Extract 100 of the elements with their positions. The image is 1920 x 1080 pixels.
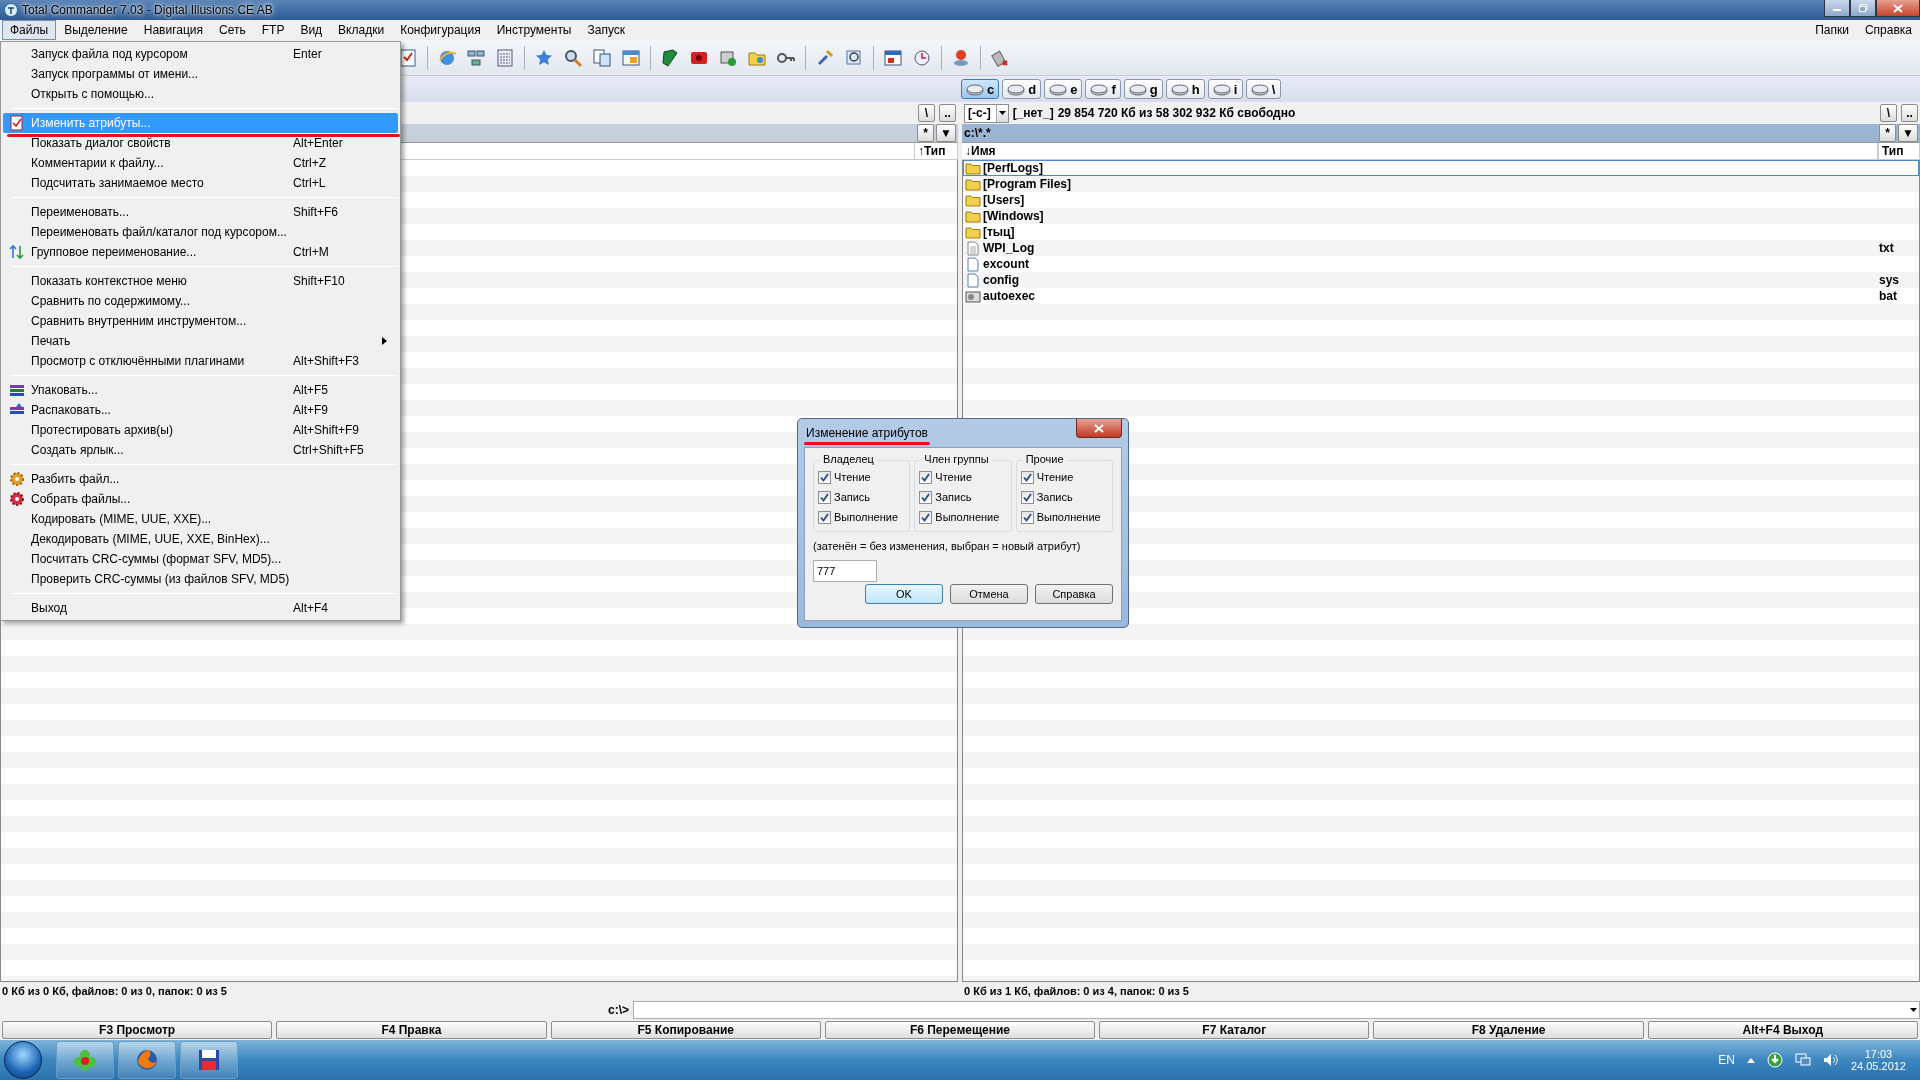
function-key-button[interactable]: F8 Удаление xyxy=(1373,1021,1644,1039)
drive-button[interactable]: c xyxy=(961,79,1000,99)
drive-button[interactable]: d xyxy=(1002,79,1042,99)
filter-button[interactable]: * xyxy=(1879,124,1897,142)
checkbox-label[interactable]: Выполнение xyxy=(935,511,1000,523)
nav-button[interactable]: \ xyxy=(1880,104,1897,122)
file-row[interactable]: [PerfLogs] xyxy=(963,160,1919,176)
file-name[interactable]: autoexec xyxy=(983,289,1036,303)
clock-date[interactable]: 24.05.2012 xyxy=(1850,1060,1906,1072)
menu-item[interactable]: Просмотр с отключёнными плагинами Alt+Shift+F3 xyxy=(3,351,398,371)
attribute-field[interactable]: 777 xyxy=(813,560,877,582)
column-header[interactable]: ↓Имя xyxy=(962,142,1878,160)
zoom-icon[interactable] xyxy=(844,47,864,68)
file-name[interactable]: excount xyxy=(983,257,1029,271)
column-header[interactable]: ↑Тип xyxy=(914,142,958,160)
menu-item[interactable]: Файлы xyxy=(2,20,57,40)
checklist-icon[interactable] xyxy=(398,47,418,68)
drive-button[interactable]: \ xyxy=(1245,79,1281,99)
menu-item[interactable]: Показать диалог свойств Alt+Enter xyxy=(3,133,398,153)
taskbar-app-button[interactable] xyxy=(118,1041,176,1079)
file-name[interactable]: config xyxy=(983,273,1019,287)
menu-item[interactable]: Проверить CRC-суммы (из файлов SFV, MD5) xyxy=(3,569,398,589)
menu-item[interactable]: Сравнить внутренним инструментом... xyxy=(3,311,398,331)
menu-item[interactable]: Запуск программы от имени... xyxy=(3,64,398,84)
caret-up-icon[interactable] xyxy=(1746,1057,1755,1063)
column-header[interactable]: Тип xyxy=(1878,142,1920,160)
checkbox-label[interactable]: Чтение xyxy=(1036,471,1074,483)
menu-item[interactable]: Декодировать (MIME, UUE, XXE, BinHex)... xyxy=(3,529,398,549)
nav-button[interactable]: .. xyxy=(939,104,956,122)
file-row[interactable]: [тыц] xyxy=(963,224,1919,240)
file-name[interactable]: [Program Files] xyxy=(983,177,1072,191)
menu-item[interactable]: Переименовать... Shift+F6 xyxy=(3,202,398,222)
menu-item[interactable]: Выход Alt+F4 xyxy=(3,598,398,618)
menu-item[interactable]: Групповое переименование... Ctrl+M xyxy=(3,242,398,262)
close-button[interactable] xyxy=(1076,419,1122,438)
menu-item[interactable]: Вкладки xyxy=(330,20,393,40)
checkbox[interactable] xyxy=(919,490,933,504)
checkbox[interactable] xyxy=(818,510,831,524)
window-icon[interactable] xyxy=(621,47,641,68)
file-name[interactable]: WPI_Log xyxy=(983,241,1035,255)
checkbox-label[interactable]: Выполнение xyxy=(1036,511,1101,523)
menu-item[interactable]: Запуск xyxy=(579,20,634,40)
function-key-button[interactable]: F6 Перемещение xyxy=(824,1021,1096,1039)
drive-button[interactable]: g xyxy=(1123,79,1163,99)
command-input[interactable] xyxy=(633,1001,1920,1019)
file-row[interactable]: excount xyxy=(963,256,1919,272)
checkbox[interactable] xyxy=(1020,510,1034,524)
checkbox-label[interactable]: Запись xyxy=(834,491,871,503)
menu-item[interactable]: Кодировать (MIME, UUE, XXE)... xyxy=(3,509,398,529)
filter-button[interactable]: ▼ xyxy=(1898,124,1918,142)
menu-item[interactable]: Запуск файла под курсором Enter xyxy=(3,44,398,64)
start-button[interactable] xyxy=(4,1041,42,1079)
menu-item[interactable]: Сеть xyxy=(211,20,254,40)
menu-item[interactable]: FTP xyxy=(253,20,293,40)
dialog-button[interactable]: Справка xyxy=(1035,584,1113,604)
documents-icon[interactable] xyxy=(592,47,612,68)
network-icon[interactable] xyxy=(466,47,486,68)
clock-icon[interactable] xyxy=(912,47,932,68)
function-key-button[interactable]: F5 Копирование xyxy=(550,1021,821,1039)
file-name[interactable]: [Windows] xyxy=(983,209,1044,223)
drive-button[interactable]: f xyxy=(1085,79,1121,99)
checkbox[interactable] xyxy=(818,470,831,484)
close-button[interactable] xyxy=(1876,0,1920,17)
function-key-button[interactable]: F7 Каталог xyxy=(1099,1021,1370,1039)
menu-item[interactable]: Папки xyxy=(1807,20,1857,40)
menu-item[interactable]: Протестировать архив(ы) Alt+Shift+F9 xyxy=(3,420,398,440)
file-row[interactable]: config sys xyxy=(963,272,1919,288)
checkbox-label[interactable]: Чтение xyxy=(935,471,973,483)
speaker-icon[interactable] xyxy=(1822,1053,1839,1067)
menu-item[interactable]: Создать ярлык... Ctrl+Shift+F5 xyxy=(3,440,398,460)
checkbox-label[interactable]: Запись xyxy=(1036,491,1073,503)
file-name[interactable]: [тыц] xyxy=(983,225,1015,239)
checkbox-label[interactable]: Запись xyxy=(935,491,972,503)
checkbox-label[interactable]: Выполнение xyxy=(834,511,899,523)
menu-item[interactable]: Распаковать... Alt+F9 xyxy=(3,400,398,420)
file-row[interactable]: autoexec bat xyxy=(963,288,1919,304)
menu-item[interactable]: Сравнить по содержимому... xyxy=(3,291,398,311)
menu-item[interactable]: Подсчитать занимаемое место Ctrl+L xyxy=(3,173,398,193)
file-row[interactable]: [Windows] xyxy=(963,208,1919,224)
menu-item[interactable]: Навигация xyxy=(135,20,211,40)
menu-item[interactable]: Посчитать CRC-суммы (формат SFV, MD5)... xyxy=(3,549,398,569)
function-key-button[interactable]: F4 Правка xyxy=(276,1021,547,1039)
nav-button[interactable]: .. xyxy=(1901,104,1918,122)
checkbox[interactable] xyxy=(919,510,933,524)
network-icon[interactable] xyxy=(1794,1053,1811,1067)
menu-item[interactable]: Конфигурация xyxy=(392,20,489,40)
book-icon[interactable] xyxy=(660,47,680,68)
menu-item[interactable]: Комментарии к файлу... Ctrl+Z xyxy=(3,153,398,173)
menu-item[interactable]: Печать xyxy=(3,331,398,351)
language-indicator[interactable]: EN xyxy=(1718,1053,1735,1067)
function-key-button[interactable]: Alt+F4 Выход xyxy=(1647,1021,1918,1039)
drive-button[interactable]: e xyxy=(1044,79,1083,99)
filter-button[interactable]: ▼ xyxy=(936,124,956,142)
download-icon[interactable] xyxy=(1766,1052,1783,1068)
menu-item[interactable]: Вид xyxy=(292,20,331,40)
file-row[interactable]: [Users] xyxy=(963,192,1919,208)
menu-item[interactable]: Разбить файл... xyxy=(3,469,398,489)
checkbox[interactable] xyxy=(1020,470,1034,484)
checkbox[interactable] xyxy=(818,490,831,504)
checkbox[interactable] xyxy=(919,470,933,484)
